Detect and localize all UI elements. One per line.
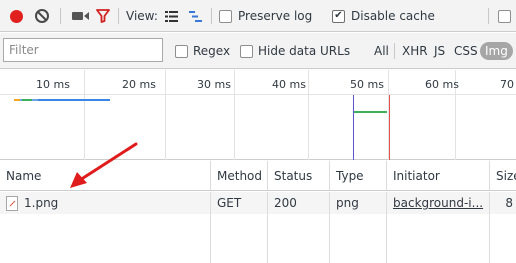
tick-label: 30 ms xyxy=(197,78,231,91)
toolbar-divider xyxy=(488,8,489,24)
tick-label: 10 ms xyxy=(36,78,70,91)
disable-cache-checkbox[interactable]: ✔ Disable cache xyxy=(332,0,435,32)
capture-screenshots-button[interactable] xyxy=(70,0,90,32)
domcontentloaded-marker xyxy=(353,95,354,160)
request-bar xyxy=(353,111,387,113)
clear-button[interactable] xyxy=(33,0,51,32)
cell-type: png xyxy=(330,192,387,214)
regex-label: Regex xyxy=(193,44,231,58)
hide-data-urls-box[interactable] xyxy=(240,44,253,58)
filter-bar: Regex Hide data URLs All XHR JS CSS Img xyxy=(0,33,516,69)
type-filter-css[interactable]: CSS xyxy=(450,33,482,69)
cell-status: 200 xyxy=(268,192,330,214)
disable-cache-box[interactable]: ✔ xyxy=(332,9,345,23)
cell-size: 8 xyxy=(490,192,516,214)
toolbar-divider xyxy=(118,8,119,24)
large-request-rows-button[interactable] xyxy=(163,0,179,32)
cell-name[interactable]: 1.png xyxy=(0,192,211,214)
network-toolbar: View: Preserve log ✔ Disable cache xyxy=(0,0,516,32)
view-label: View: xyxy=(126,9,158,23)
tick-label: 20 ms xyxy=(122,78,156,91)
hide-data-urls-checkbox[interactable]: Hide data URLs xyxy=(240,33,350,69)
column-header-type[interactable]: Type xyxy=(330,161,387,191)
load-marker xyxy=(389,95,390,160)
type-filter-img[interactable]: Img xyxy=(480,33,513,69)
annotation-arrow xyxy=(70,142,138,188)
regex-checkbox[interactable]: Regex xyxy=(175,33,230,69)
tick-label: 40 ms xyxy=(272,78,306,91)
preserve-log-checkbox[interactable]: Preserve log xyxy=(219,0,312,32)
camera-icon xyxy=(71,12,83,20)
cell-method: GET xyxy=(211,192,268,214)
image-file-icon xyxy=(6,195,18,211)
tick-label: 50 ms xyxy=(350,78,384,91)
toolbar-divider xyxy=(394,43,395,59)
toolbar-divider xyxy=(211,8,212,24)
type-filter-all[interactable]: All xyxy=(370,33,393,69)
show-overview-button[interactable] xyxy=(187,0,203,32)
regex-box[interactable] xyxy=(175,44,188,58)
disable-cache-label: Disable cache xyxy=(351,9,435,23)
record-icon xyxy=(9,9,23,23)
filter-toggle-button[interactable] xyxy=(94,0,112,32)
type-filter-xhr[interactable]: XHR xyxy=(398,33,432,69)
list-view-icon xyxy=(164,10,178,22)
preserve-log-label: Preserve log xyxy=(238,9,313,23)
offline-checkbox[interactable] xyxy=(498,0,511,32)
cell-initiator[interactable]: background-i... xyxy=(387,192,490,214)
tick-label: 60 ms xyxy=(425,78,459,91)
column-header-method[interactable]: Method xyxy=(211,161,268,191)
tick-label: 70 xyxy=(500,78,514,91)
filter-icon xyxy=(96,9,110,23)
initiator-link[interactable]: background-i... xyxy=(393,196,483,210)
type-filter-js[interactable]: JS xyxy=(430,33,449,69)
offline-box[interactable] xyxy=(498,9,511,23)
filter-input[interactable] xyxy=(3,38,163,62)
hide-data-urls-label: Hide data URLs xyxy=(258,44,351,58)
column-header-status[interactable]: Status xyxy=(268,161,330,191)
waterfall-view-icon xyxy=(188,10,202,22)
toolbar-divider xyxy=(60,8,61,24)
preserve-log-box[interactable] xyxy=(219,9,232,23)
record-button[interactable] xyxy=(8,0,24,32)
clear-icon xyxy=(35,9,49,23)
column-header-size[interactable]: Size xyxy=(490,161,516,191)
column-header-initiator[interactable]: Initiator xyxy=(387,161,490,191)
